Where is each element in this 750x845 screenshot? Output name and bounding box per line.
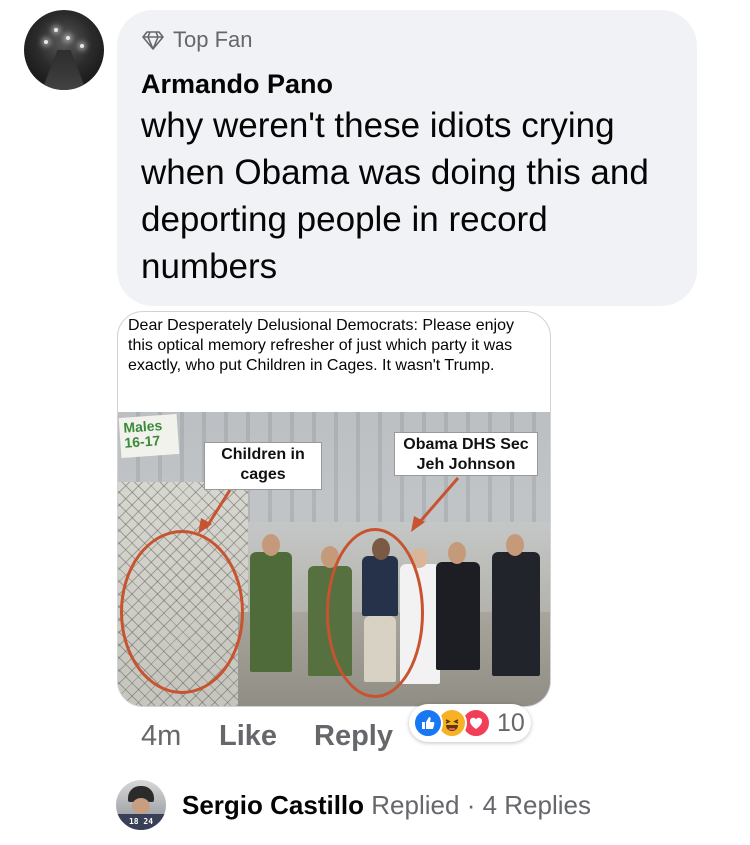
reactions-summary[interactable]: 10: [409, 704, 531, 742]
diamond-icon: [142, 31, 164, 50]
comment-author[interactable]: Armando Pano: [141, 68, 673, 100]
like-button[interactable]: Like: [219, 720, 314, 753]
reaction-count: 10: [497, 708, 525, 737]
label-children-in-cages: Children in cages: [204, 442, 322, 490]
image-caption: Dear Desperately Delusional Democrats: P…: [128, 317, 514, 374]
top-fan-badge[interactable]: Top Fan: [141, 26, 673, 54]
replier-avatar: 18 24: [116, 780, 166, 830]
replies-summary[interactable]: 18 24 Sergio Castillo Replied · 4 Replie…: [116, 780, 591, 830]
like-icon: [413, 708, 443, 738]
replies-count: 4 Replies: [482, 789, 591, 820]
replied-label: Replied: [371, 789, 460, 820]
comment-bubble: Top Fan Armando Pano why weren't these i…: [117, 10, 697, 306]
label-obama-dhs: Obama DHS Sec Jeh Johnson: [394, 432, 538, 476]
avatar-jersey-number: 18 24: [116, 814, 166, 830]
separator-dot: ·: [466, 789, 476, 820]
commenter-avatar[interactable]: [24, 10, 104, 90]
replier-name: Sergio Castillo: [182, 789, 365, 820]
comment-actions: 4m Like Reply: [141, 716, 393, 756]
reply-button[interactable]: Reply: [314, 720, 393, 753]
badge-label: Top Fan: [173, 27, 253, 52]
attached-image[interactable]: Dear Desperately Delusional Democrats: P…: [117, 311, 551, 707]
detention-photo: Males 16-17 Children in cages Obama DHS …: [118, 412, 550, 706]
replies-text: Sergio Castillo Replied · 4 Replies: [182, 790, 591, 821]
comment-text: why weren't these idiots crying when Oba…: [141, 106, 649, 286]
comment-timestamp[interactable]: 4m: [141, 720, 219, 753]
